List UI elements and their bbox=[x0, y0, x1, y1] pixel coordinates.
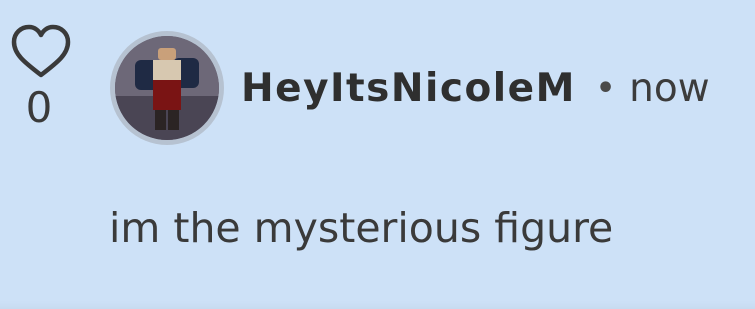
divider bbox=[0, 301, 755, 309]
comment-header: HeyItsNicoleM • now bbox=[241, 58, 710, 118]
comment-text: im the mysterious figure bbox=[109, 204, 614, 252]
separator-dot: • bbox=[595, 70, 616, 106]
like-count: 0 bbox=[25, 83, 53, 132]
author-name[interactable]: HeyItsNicoleM bbox=[241, 66, 576, 111]
avatar-image bbox=[115, 36, 219, 140]
comment-card: 0 HeyItsNicoleM • now im the mysterious … bbox=[0, 0, 755, 309]
timestamp: now bbox=[629, 65, 710, 111]
heart-outline-icon bbox=[11, 24, 71, 78]
avatar[interactable] bbox=[110, 31, 224, 145]
like-column: 0 bbox=[6, 22, 76, 132]
like-button[interactable] bbox=[9, 22, 73, 82]
